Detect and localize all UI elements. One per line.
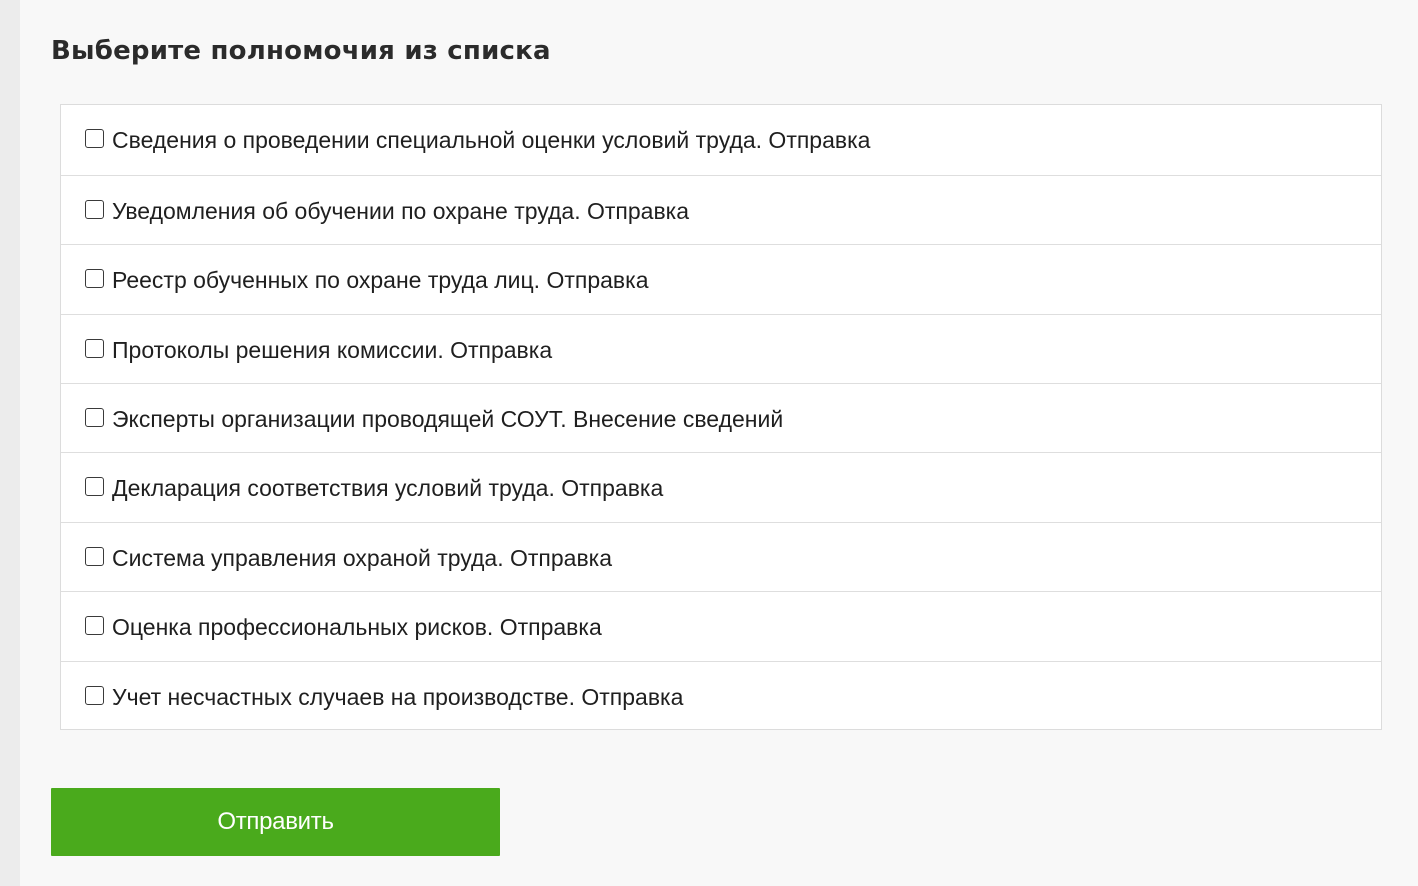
left-edge-strip [0, 0, 20, 886]
checkbox[interactable] [85, 269, 104, 288]
checkbox[interactable] [85, 616, 104, 635]
permission-label: Эксперты организации проводящей СОУТ. Вн… [112, 406, 784, 432]
permission-label: Реестр обученных по охране труда лиц. От… [112, 267, 649, 293]
permission-item-training-notices[interactable]: Уведомления об обучении по охране труда.… [61, 176, 1381, 245]
permission-label: Учет несчастных случаев на производстве.… [112, 684, 684, 710]
page-title: Выберите полномочия из списка [51, 36, 551, 66]
permission-label: Декларация соответствия условий труда. О… [112, 475, 664, 501]
permission-item-compliance-declaration[interactable]: Декларация соответствия условий труда. О… [61, 453, 1381, 523]
permission-label: Сведения о проведении специальной оценки… [112, 127, 871, 153]
permission-label: Протоколы решения комиссии. Отправка [112, 337, 553, 363]
permissions-list: Сведения о проведении специальной оценки… [60, 104, 1382, 730]
permission-item-accident-records[interactable]: Учет несчастных случаев на производстве.… [61, 662, 1381, 729]
permission-item-sout-info[interactable]: Сведения о проведении специальной оценки… [61, 105, 1381, 176]
permission-label: Уведомления об обучении по охране труда.… [112, 198, 690, 224]
checkbox[interactable] [85, 547, 104, 566]
permission-label: Оценка профессиональных рисков. Отправка [112, 614, 602, 640]
permission-item-trained-registry[interactable]: Реестр обученных по охране труда лиц. От… [61, 245, 1381, 315]
checkbox[interactable] [85, 477, 104, 496]
checkbox[interactable] [85, 408, 104, 427]
permission-item-safety-management[interactable]: Система управления охраной труда. Отправ… [61, 523, 1381, 592]
permission-item-commission-protocols[interactable]: Протоколы решения комиссии. Отправка [61, 315, 1381, 384]
permission-item-risk-assessment[interactable]: Оценка профессиональных рисков. Отправка [61, 592, 1381, 662]
checkbox[interactable] [85, 339, 104, 358]
submit-button[interactable]: Отправить [51, 788, 500, 856]
permission-label: Система управления охраной труда. Отправ… [112, 545, 613, 571]
checkbox[interactable] [85, 200, 104, 219]
checkbox[interactable] [85, 686, 104, 705]
checkbox[interactable] [85, 129, 104, 148]
permission-item-sout-experts[interactable]: Эксперты организации проводящей СОУТ. Вн… [61, 384, 1381, 453]
